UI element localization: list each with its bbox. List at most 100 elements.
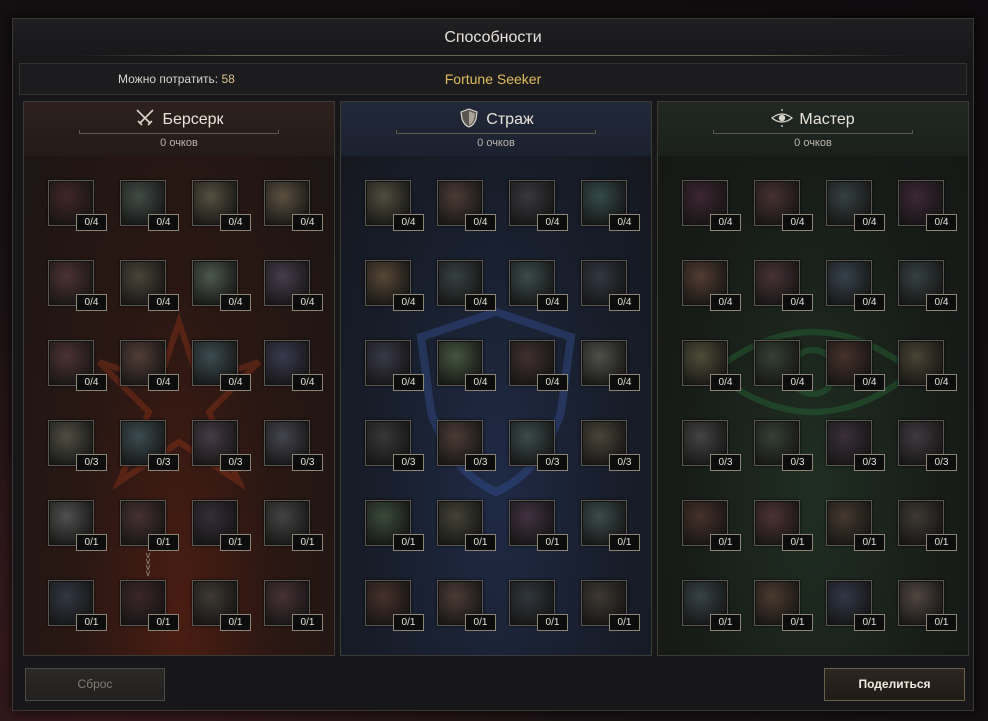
chevron-down-icon: ∨ ∨ ∨ ∨ — [144, 550, 152, 578]
skill-rank-badge: 0/4 — [393, 294, 424, 311]
skill-rank-badge: 0/4 — [148, 374, 179, 391]
skill-rank-badge: 0/4 — [393, 214, 424, 231]
build-name[interactable]: Fortune Seeker — [445, 71, 542, 87]
tree-name: Страж — [486, 111, 534, 128]
skill-rank-badge: 0/3 — [782, 454, 813, 471]
skill-rank-badge: 0/3 — [76, 454, 107, 471]
skill-rank-badge: 0/4 — [609, 374, 640, 391]
tree-emblem-decoration — [79, 302, 279, 507]
skill-rank-badge: 0/4 — [710, 214, 741, 231]
skill-rank-badge: 0/3 — [148, 454, 179, 471]
skill-rank-badge: 0/3 — [609, 454, 640, 471]
tree-title: Мастер — [658, 108, 968, 132]
skill-rank-badge: 0/1 — [76, 614, 107, 631]
tree-emblem-decoration — [411, 302, 581, 507]
points-available-value: 58 — [221, 72, 235, 86]
skill-rank-badge: 0/1 — [854, 614, 885, 631]
skill-rank-badge: 0/1 — [292, 614, 323, 631]
skill-rank-badge: 0/1 — [537, 534, 568, 551]
skill-tree-guardian: Страж 0 очков 0/4 0/4 0/4 0/4 0/4 0/4 0/4 0/4 0/4 0… — [340, 101, 652, 656]
eye-icon — [771, 108, 794, 128]
skill-rank-badge: 0/1 — [537, 614, 568, 631]
shield-icon — [458, 108, 480, 128]
skill-rank-badge: 0/4 — [926, 214, 957, 231]
skill-rank-badge: 0/1 — [148, 534, 179, 551]
skill-rank-badge: 0/4 — [465, 294, 496, 311]
skill-rank-badge: 0/1 — [609, 534, 640, 551]
skill-rank-badge: 0/4 — [292, 214, 323, 231]
skill-rank-badge: 0/4 — [854, 294, 885, 311]
skill-rank-badge: 0/1 — [782, 534, 813, 551]
skill-rank-badge: 0/4 — [710, 294, 741, 311]
skill-rank-badge: 0/4 — [76, 374, 107, 391]
info-bar: Можно потратить: 58 Fortune Seeker — [19, 63, 967, 95]
tree-header: Страж 0 очков — [341, 102, 651, 156]
skill-rank-badge: 0/1 — [926, 534, 957, 551]
skill-rank-badge: 0/4 — [148, 214, 179, 231]
skill-rank-badge: 0/3 — [393, 454, 424, 471]
skill-rank-badge: 0/3 — [465, 454, 496, 471]
crossed-swords-icon — [134, 108, 156, 128]
reset-button[interactable]: Сброс — [25, 668, 165, 701]
skill-rank-badge: 0/1 — [76, 534, 107, 551]
skill-rank-badge: 0/1 — [220, 534, 251, 551]
skill-rank-badge: 0/4 — [926, 294, 957, 311]
tree-title: Страж — [341, 108, 651, 132]
skill-rank-badge: 0/3 — [710, 454, 741, 471]
skill-rank-badge: 0/4 — [393, 374, 424, 391]
skill-tree-master: Мастер 0 очков 0/4 0/4 0/4 0/4 0/4 0/4 0/4 0/4 0/4… — [657, 101, 969, 656]
skill-rank-badge: 0/3 — [926, 454, 957, 471]
skill-rank-badge: 0/4 — [292, 294, 323, 311]
skill-rank-badge: 0/1 — [710, 614, 741, 631]
skill-rank-badge: 0/4 — [465, 214, 496, 231]
tree-header: Мастер 0 очков — [658, 102, 968, 156]
tree-header: Берсерк 0 очков — [24, 102, 334, 156]
skill-rank-badge: 0/1 — [854, 534, 885, 551]
title-divider — [73, 55, 913, 56]
skill-rank-badge: 0/1 — [292, 534, 323, 551]
tree-points-spent: 0 очков — [794, 137, 832, 149]
skill-rank-badge: 0/1 — [148, 614, 179, 631]
skill-rank-badge: 0/4 — [926, 374, 957, 391]
tree-title: Берсерк — [24, 108, 334, 132]
skill-rank-badge: 0/1 — [926, 614, 957, 631]
skill-rank-badge: 0/4 — [609, 294, 640, 311]
skill-rank-badge: 0/4 — [782, 294, 813, 311]
skill-rank-badge: 0/4 — [609, 214, 640, 231]
share-button[interactable]: Поделиться — [824, 668, 965, 701]
skill-rank-badge: 0/4 — [220, 374, 251, 391]
skill-rank-badge: 0/3 — [537, 454, 568, 471]
skill-rank-badge: 0/3 — [292, 454, 323, 471]
skill-rank-badge: 0/1 — [220, 614, 251, 631]
skill-rank-badge: 0/4 — [710, 374, 741, 391]
skill-rank-badge: 0/3 — [854, 454, 885, 471]
abilities-window: Способности Можно потратить: 58 Fortune … — [12, 18, 974, 711]
skill-rank-badge: 0/1 — [393, 534, 424, 551]
window-title: Способности — [13, 19, 973, 59]
skill-rank-badge: 0/4 — [220, 214, 251, 231]
skill-rank-badge: 0/4 — [537, 374, 568, 391]
skill-rank-badge: 0/4 — [76, 294, 107, 311]
tree-divider — [79, 130, 279, 134]
skill-rank-badge: 0/1 — [465, 534, 496, 551]
skill-rank-badge: 0/4 — [220, 294, 251, 311]
skill-rank-badge: 0/4 — [854, 214, 885, 231]
skill-rank-badge: 0/4 — [76, 214, 107, 231]
skill-rank-badge: 0/3 — [220, 454, 251, 471]
skill-rank-badge: 0/4 — [465, 374, 496, 391]
points-available-label: Можно потратить: — [118, 72, 219, 86]
tree-name: Мастер — [799, 111, 855, 128]
skill-rank-badge: 0/4 — [292, 374, 323, 391]
skill-tree-berserker: Берсерк 0 очков 0/4 0/4 0/4 0/4 0/4 0/4 0/4 0/4 0/… — [23, 101, 335, 656]
skill-rank-badge: 0/1 — [465, 614, 496, 631]
tree-points-spent: 0 очков — [160, 137, 198, 149]
tree-divider — [713, 130, 913, 134]
skill-rank-badge: 0/4 — [537, 214, 568, 231]
skill-rank-badge: 0/4 — [537, 294, 568, 311]
tree-divider — [396, 130, 596, 134]
skill-rank-badge: 0/4 — [148, 294, 179, 311]
skill-rank-badge: 0/1 — [782, 614, 813, 631]
skill-rank-badge: 0/4 — [782, 374, 813, 391]
skill-rank-badge: 0/4 — [854, 374, 885, 391]
skill-rank-badge: 0/1 — [393, 614, 424, 631]
